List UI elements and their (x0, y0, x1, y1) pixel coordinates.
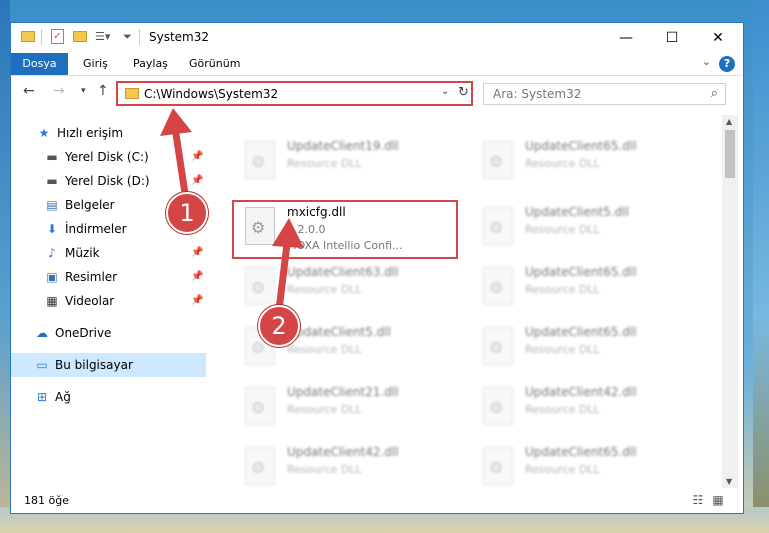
arrow-1 (160, 108, 192, 204)
step-2-badge: 2 (258, 305, 300, 347)
arrow-2 (272, 218, 304, 314)
annotation-arrows (160, 108, 304, 314)
step-1-badge: 1 (166, 192, 208, 234)
